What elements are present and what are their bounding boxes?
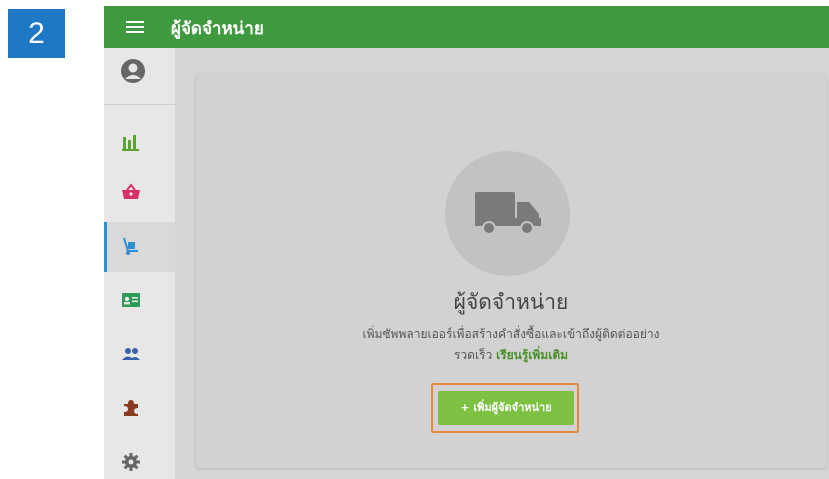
sidebar-item-purchasing[interactable] bbox=[104, 222, 175, 272]
sidebar-item-customers[interactable] bbox=[104, 330, 175, 380]
app-window: ผู้จัดจำหน่าย ผู้จัดจำหน่าย เพิ่มซัพพลาย… bbox=[104, 6, 829, 479]
empty-state-illustration bbox=[445, 151, 570, 276]
sidebar-item-contacts[interactable] bbox=[104, 276, 175, 326]
sidebar-item-sales[interactable] bbox=[104, 168, 175, 218]
description-line-2: รวดเร็ว เรียนรู้เพิ่มเติม bbox=[196, 345, 826, 366]
hand-truck-icon bbox=[123, 237, 138, 255]
learn-more-link[interactable]: เรียนรู้เพิ่มเติม bbox=[496, 348, 568, 362]
add-supplier-button[interactable]: + เพิ่มผู้จัดจำหน่าย bbox=[438, 391, 574, 425]
id-card-icon bbox=[122, 293, 140, 307]
sidebar-item-settings[interactable] bbox=[104, 438, 175, 479]
page-title: ผู้จัดจำหน่าย bbox=[171, 19, 264, 39]
bar-chart-icon bbox=[122, 135, 139, 151]
sidebar-item-reports[interactable] bbox=[104, 118, 175, 168]
sidebar bbox=[104, 48, 175, 479]
shopping-basket-icon bbox=[122, 183, 140, 199]
sidebar-item-profile[interactable] bbox=[104, 48, 175, 98]
description-text: รวดเร็ว bbox=[453, 348, 493, 362]
puzzle-icon bbox=[124, 400, 138, 416]
empty-state-title: ผู้จัดจำหน่าย bbox=[453, 290, 569, 314]
menu-icon[interactable] bbox=[126, 18, 144, 36]
empty-state-card: ผู้จัดจำหน่าย เพิ่มซัพพลายเออร์เพื่อสร้า… bbox=[196, 74, 826, 468]
users-icon bbox=[122, 348, 140, 360]
user-circle-icon bbox=[121, 59, 145, 83]
top-bar: ผู้จัดจำหน่าย bbox=[104, 6, 829, 48]
sidebar-item-addons[interactable] bbox=[104, 384, 175, 434]
description-line-1: เพิ่มซัพพลายเออร์เพื่อสร้างคำสั่งซื้อและ… bbox=[362, 327, 660, 341]
gear-icon bbox=[122, 453, 140, 471]
empty-state-description: เพิ่มซัพพลายเออร์เพื่อสร้างคำสั่งซื้อและ… bbox=[196, 324, 826, 366]
step-number-badge: 2 bbox=[8, 9, 65, 58]
sidebar-divider bbox=[104, 104, 175, 105]
truck-icon bbox=[475, 192, 541, 235]
